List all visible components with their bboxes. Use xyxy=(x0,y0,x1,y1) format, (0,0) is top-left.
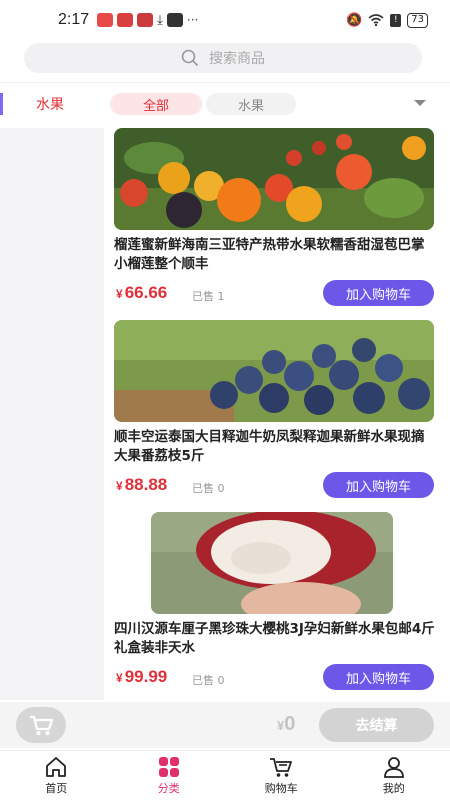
bottom-tabbar: 首页 分类 购物车 我的 xyxy=(0,750,450,800)
battery-icon: 73 xyxy=(407,12,428,28)
product-price: ¥88.88 xyxy=(116,475,167,495)
search-input[interactable]: 搜索商品 xyxy=(24,43,422,73)
status-time: 2:17 xyxy=(58,11,90,28)
add-to-cart-button[interactable]: 加入购物车 xyxy=(323,664,434,690)
tab-category[interactable]: 分类 xyxy=(113,751,226,800)
notification-app-icon xyxy=(166,13,183,27)
sidebar-item-fruit[interactable]: 水果 xyxy=(0,93,100,115)
product-image-lychee[interactable] xyxy=(151,512,393,614)
product-card[interactable]: 顺丰空运泰国大目释迦牛奶凤梨释迦果新鲜水果现摘大果番荔枝5斤 ¥88.88 已售… xyxy=(104,320,450,512)
cart-button[interactable] xyxy=(16,707,66,743)
filter-row: 水果 全部 水果 xyxy=(0,88,450,120)
sold-count: 已售 0 xyxy=(192,674,225,687)
currency-symbol: ¥ xyxy=(116,287,123,301)
product-title[interactable]: 四川汉源车厘子黑珍珠大樱桃3J孕妇新鲜水果包邮4斤礼盒装非天水 xyxy=(114,620,436,658)
tab-home[interactable]: 首页 xyxy=(0,751,113,800)
notification-app-icon xyxy=(97,13,114,27)
product-image-fruits[interactable] xyxy=(114,128,434,230)
tab-label: 购物车 xyxy=(264,781,298,795)
download-icon: ⤓ xyxy=(157,12,163,28)
add-to-cart-button[interactable]: 加入购物车 xyxy=(323,280,434,306)
product-price: ¥66.66 xyxy=(116,283,167,303)
product-card[interactable]: 四川汉源车厘子黑珍珠大樱桃3J孕妇新鲜水果包邮4斤礼盒装非天水 ¥99.99 已… xyxy=(104,512,450,700)
tab-label: 我的 xyxy=(382,781,405,795)
cart-total-value: 0 xyxy=(284,713,296,735)
product-price: ¥99.99 xyxy=(116,667,167,687)
search-icon xyxy=(181,49,199,67)
chip-fruit[interactable]: 水果 xyxy=(206,93,296,115)
tab-label: 分类 xyxy=(157,781,180,795)
price-value: 88.88 xyxy=(124,475,168,494)
category-sidebar xyxy=(0,128,104,700)
divider xyxy=(0,82,450,83)
sold-count: 已售 0 xyxy=(192,482,225,495)
cart-icon xyxy=(270,757,293,777)
product-title[interactable]: 榴莲蜜新鲜海南三亚特产热带水果软糯香甜湿苞巴掌小榴莲整个顺丰 xyxy=(114,236,436,274)
category-icon xyxy=(158,756,179,777)
tab-profile[interactable]: 我的 xyxy=(338,751,450,800)
currency-symbol: ¥ xyxy=(116,479,123,493)
add-to-cart-button[interactable]: 加入购物车 xyxy=(323,472,434,498)
cart-icon xyxy=(30,715,54,735)
price-value: 99.99 xyxy=(124,667,168,686)
checkout-button[interactable]: 去结算 xyxy=(319,708,434,742)
product-list: 榴莲蜜新鲜海南三亚特产热带水果软糯香甜湿苞巴掌小榴莲整个顺丰 ¥66.66 已售… xyxy=(104,128,450,700)
product-card[interactable]: 榴莲蜜新鲜海南三亚特产热带水果软糯香甜湿苞巴掌小榴莲整个顺丰 ¥66.66 已售… xyxy=(104,128,450,320)
tab-cart[interactable]: 购物车 xyxy=(225,751,338,800)
chip-all[interactable]: 全部 xyxy=(110,93,202,115)
sold-count: 已售 1 xyxy=(192,290,225,303)
profile-icon xyxy=(383,756,404,778)
home-icon xyxy=(46,756,67,777)
status-bar: 2:17 ⤓ ··· 🔕 ! 73 xyxy=(0,0,450,40)
cart-total: ¥0 xyxy=(277,713,295,736)
tab-label: 首页 xyxy=(45,781,68,795)
status-indicators: 🔕 ! 73 xyxy=(346,12,428,28)
chevron-down-icon[interactable] xyxy=(414,100,426,106)
alert-icon: ! xyxy=(390,13,402,27)
product-image-blueberries[interactable] xyxy=(114,320,434,422)
wifi-icon xyxy=(368,14,384,26)
product-title[interactable]: 顺丰空运泰国大目释迦牛奶凤梨释迦果新鲜水果现摘大果番荔枝5斤 xyxy=(114,428,436,466)
mute-icon: 🔕 xyxy=(346,12,363,28)
notification-app-icon xyxy=(137,13,154,27)
search-placeholder: 搜索商品 xyxy=(209,51,265,67)
notification-app-icon xyxy=(117,13,134,27)
cart-summary-bar: ¥0 去结算 xyxy=(0,702,450,748)
more-notifications-icon: ··· xyxy=(186,13,199,27)
currency-symbol: ¥ xyxy=(116,671,123,685)
price-value: 66.66 xyxy=(124,283,168,302)
